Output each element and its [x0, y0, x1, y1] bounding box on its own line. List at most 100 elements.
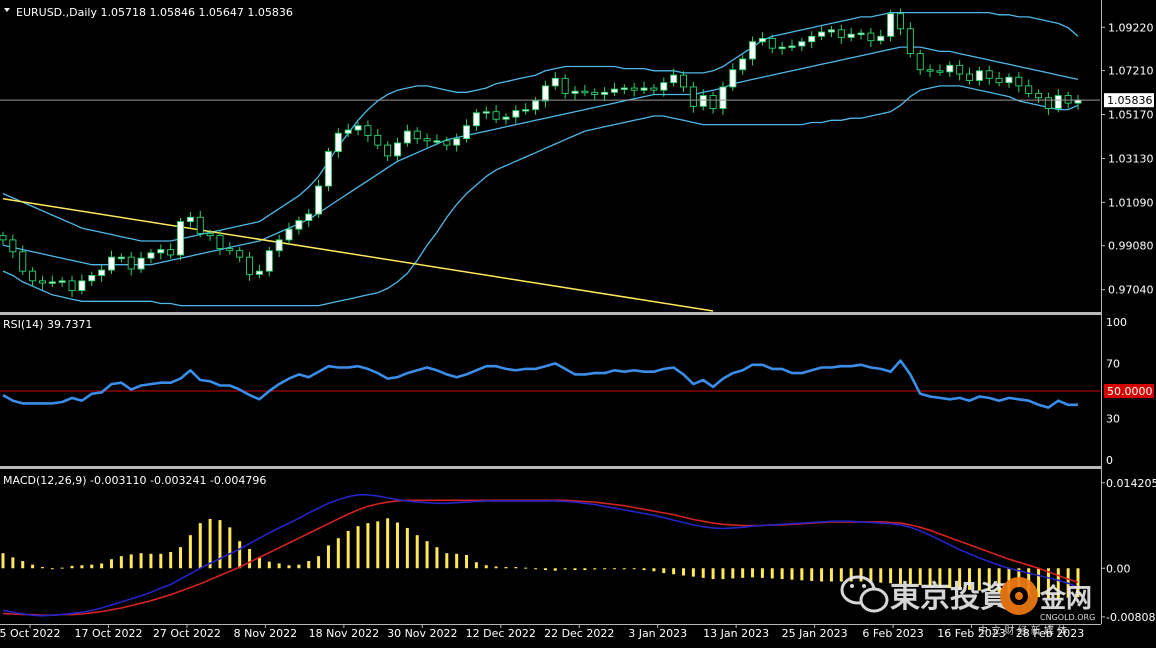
- candle-body: [117, 256, 125, 260]
- candle-body: [236, 250, 244, 258]
- panel-divider-price-rsi[interactable]: [0, 312, 1101, 315]
- histogram-bar: [573, 568, 577, 571]
- histogram-bar: [307, 561, 311, 569]
- x-tick-label: 13 Jan 2023: [703, 627, 769, 640]
- watermark-brand: 金网: [1039, 583, 1092, 614]
- candle-body: [995, 77, 1003, 84]
- candle-body: [492, 111, 500, 120]
- candle-body: [315, 185, 323, 215]
- histogram-bar: [672, 568, 676, 575]
- histogram-bar: [109, 559, 113, 569]
- candle-body: [167, 249, 175, 256]
- histogram-bar: [277, 563, 281, 569]
- candle-body: [551, 77, 559, 87]
- candle-body: [98, 269, 106, 276]
- histogram-bar: [465, 555, 469, 569]
- candle-body: [660, 82, 668, 91]
- candle-body: [29, 270, 37, 282]
- candle-body: [1025, 85, 1033, 94]
- candle-body: [896, 13, 904, 30]
- candle-body: [877, 35, 885, 42]
- macd-tick-label: -0.008088: [1106, 611, 1156, 624]
- candle-body: [808, 35, 816, 43]
- candle-body: [857, 32, 865, 36]
- candle-body: [966, 73, 974, 81]
- candle-body: [0, 235, 7, 241]
- candle-body: [88, 275, 96, 282]
- candle-body: [403, 130, 411, 144]
- x-tick-label: 18 Nov 2022: [309, 627, 379, 640]
- histogram-bar: [60, 567, 64, 569]
- candle-body: [768, 38, 776, 49]
- candle-body: [107, 256, 115, 271]
- histogram-bar: [711, 568, 715, 580]
- x-tick-label: 25 Jan 2023: [782, 627, 848, 640]
- histogram-bar: [622, 568, 626, 570]
- panel-divider-rsi-macd[interactable]: [0, 466, 1101, 469]
- candle-body: [975, 70, 983, 81]
- histogram-bar: [326, 545, 330, 569]
- histogram-bar: [484, 565, 488, 569]
- candle-body: [946, 64, 954, 73]
- candle-body: [1054, 95, 1062, 109]
- candle-body: [334, 132, 342, 153]
- candle-body: [827, 29, 835, 33]
- candle-body: [571, 90, 579, 94]
- rsi-header: RSI(14) 39.7371: [3, 318, 92, 331]
- candle-body: [532, 100, 540, 111]
- watermark-text: 東京投資: [890, 580, 1010, 615]
- candle-body: [670, 74, 678, 84]
- y-tick-label: 1.05170: [1108, 109, 1154, 122]
- histogram-bar: [859, 568, 863, 582]
- histogram-bar: [445, 553, 449, 569]
- candle-body: [443, 140, 451, 146]
- watermark-slogan: 中 立 财 经 新 媒 体: [978, 624, 1067, 637]
- histogram-bar: [721, 568, 725, 580]
- candle-body: [798, 41, 806, 47]
- histogram-bar: [751, 568, 755, 578]
- x-tick-label: 3 Jan 2023: [628, 627, 687, 640]
- candle-body: [423, 138, 431, 142]
- candle-body: [650, 87, 658, 91]
- candle-body: [177, 221, 185, 256]
- candle-body: [206, 232, 214, 237]
- histogram-bar: [149, 553, 153, 569]
- histogram-bar: [415, 535, 419, 569]
- histogram-bar: [257, 557, 261, 569]
- candle-body: [216, 235, 224, 249]
- histogram-bar: [80, 565, 84, 569]
- candle-body: [719, 86, 727, 109]
- histogram-bar: [317, 556, 321, 569]
- candle-body: [374, 134, 382, 146]
- histogram-bar: [366, 523, 370, 569]
- candle-body: [285, 228, 293, 241]
- candle-body: [393, 142, 402, 157]
- histogram-bar: [90, 564, 94, 569]
- histogram-bar: [800, 568, 804, 581]
- candle-body: [591, 91, 599, 95]
- chart: EURUSD.,Daily 1.05718 1.05846 1.05647 1.…: [0, 0, 1156, 648]
- candle-body: [38, 280, 46, 284]
- candle-body: [295, 220, 303, 230]
- candle-body: [522, 109, 530, 112]
- histogram-bar: [405, 527, 409, 569]
- candle-body: [630, 87, 638, 91]
- histogram-bar: [593, 568, 597, 570]
- candle-body: [9, 239, 17, 253]
- candle-body: [354, 125, 362, 131]
- histogram-bar: [760, 568, 764, 578]
- histogram-bar: [1, 553, 5, 569]
- candle-body: [265, 250, 273, 272]
- histogram-bar: [820, 568, 824, 582]
- histogram-bar: [119, 556, 123, 569]
- candle-body: [1035, 92, 1043, 99]
- candle: [177, 217, 185, 261]
- candle-body: [19, 251, 27, 272]
- candle-body: [344, 129, 352, 134]
- histogram-bar: [238, 541, 242, 569]
- histogram-bar: [346, 530, 350, 569]
- candle-body: [186, 216, 194, 223]
- histogram-bar: [248, 549, 252, 569]
- candle-body: [867, 32, 875, 42]
- candle-body: [709, 95, 717, 109]
